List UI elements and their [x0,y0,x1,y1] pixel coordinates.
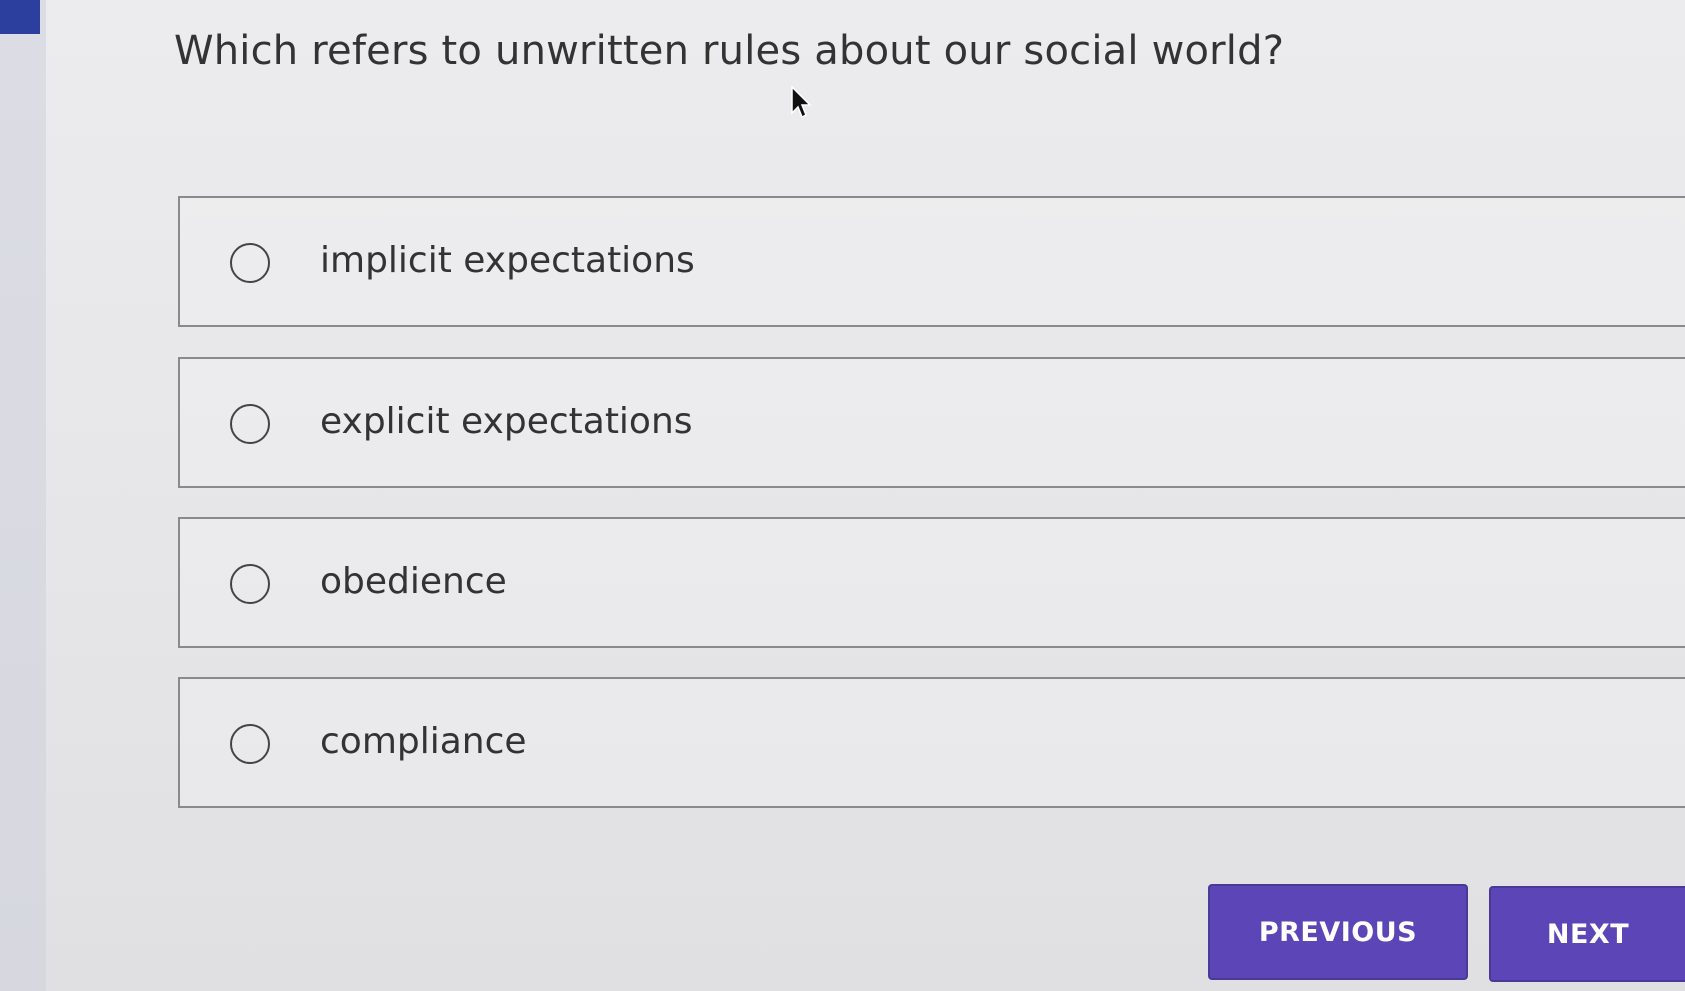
mouse-pointer-icon [791,86,812,119]
answer-option-label: implicit expectations [320,240,695,281]
previous-button[interactable]: PREVIOUS [1208,884,1468,980]
radio-circle-icon[interactable] [230,724,270,764]
radio-circle-icon[interactable] [230,564,270,604]
answer-option-explicit-expectations[interactable]: explicit expectations [178,357,1685,488]
question-text: Which refers to unwritten rules about ou… [174,28,1285,74]
answer-option-label: obedience [320,561,507,602]
radio-circle-icon[interactable] [230,243,270,283]
answer-option-label: explicit expectations [320,401,693,442]
answer-option-label: compliance [320,721,527,762]
quiz-page: Which refers to unwritten rules about ou… [0,0,1685,991]
next-button[interactable]: NEXT [1489,886,1685,982]
left-rail-accent [0,0,40,34]
radio-circle-icon[interactable] [230,404,270,444]
answer-option-compliance[interactable]: compliance [178,677,1685,808]
answer-option-implicit-expectations[interactable]: implicit expectations [178,196,1685,327]
left-rail [0,0,46,991]
answer-option-obedience[interactable]: obedience [178,517,1685,648]
